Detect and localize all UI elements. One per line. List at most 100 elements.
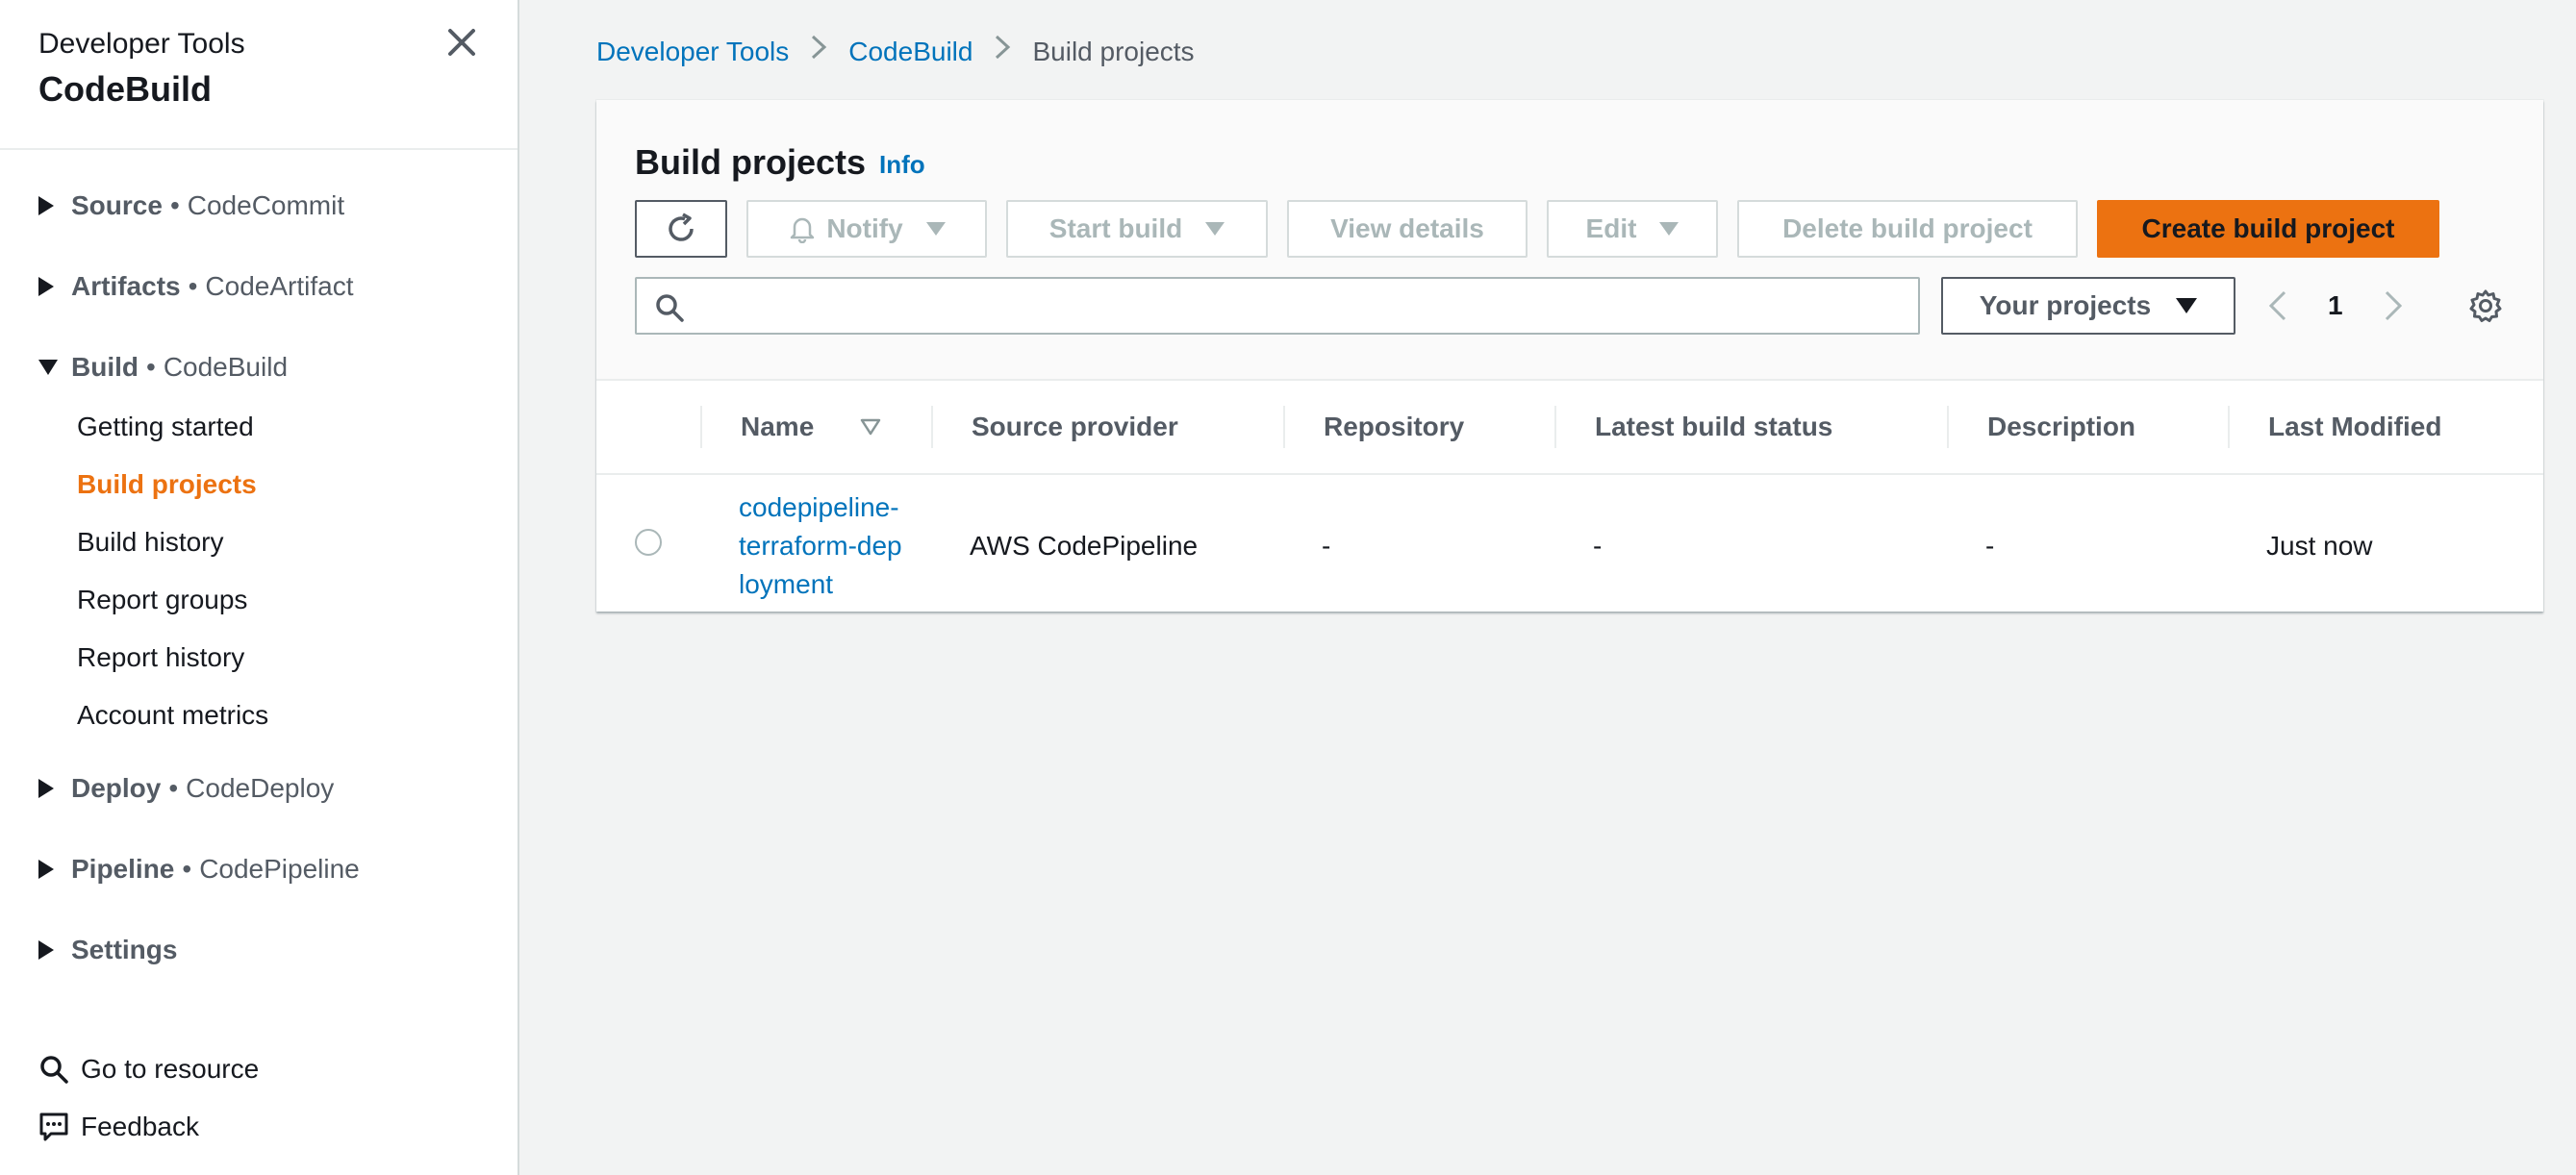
breadcrumb: Developer Tools CodeBuild Build projects <box>596 33 1195 71</box>
caret-right-icon <box>38 779 54 798</box>
sidebar-divider <box>0 148 518 150</box>
separator-dot: • <box>146 352 156 382</box>
section-label: Build <box>71 352 139 382</box>
project-name-link[interactable]: codepipeline-terraform-deployment <box>739 488 902 604</box>
search-icon <box>656 294 684 322</box>
gear-icon[interactable] <box>2466 287 2505 330</box>
search-icon <box>40 1056 68 1084</box>
column-divider <box>1947 406 1949 448</box>
sidebar-item-build-projects[interactable]: Build projects <box>77 465 257 504</box>
go-to-resource-link[interactable]: Go to resource <box>38 1050 259 1088</box>
cell-last-modified: Just now <box>2266 531 2373 561</box>
sidebar-item-report-history[interactable]: Report history <box>77 638 244 677</box>
column-divider <box>2228 406 2230 448</box>
build-projects-panel: Build projects Info Notify Start build V… <box>596 100 2543 612</box>
sort-descending-icon[interactable] <box>860 418 881 436</box>
chevron-right-icon <box>994 33 1011 71</box>
feedback-icon <box>39 1112 68 1141</box>
sidebar-section-artifacts[interactable]: Artifacts • CodeArtifact <box>38 267 353 306</box>
section-service: CodeBuild <box>163 352 289 382</box>
separator-dot: • <box>169 190 180 220</box>
chevron-right-icon <box>810 33 827 71</box>
column-header-latest-build-status: Latest build status <box>1595 412 1833 441</box>
delete-build-project-button[interactable]: Delete build project <box>1737 200 2078 258</box>
start-build-button[interactable]: Start build <box>1006 200 1268 258</box>
section-label: Pipeline <box>71 854 175 884</box>
panel-header: Build projects Info Notify Start build V… <box>596 100 2543 381</box>
caret-down-icon <box>2176 298 2198 313</box>
edit-label: Edit <box>1585 213 1637 243</box>
sidebar-section-build[interactable]: Build • CodeBuild <box>38 348 288 387</box>
column-header-last-modified: Last Modified <box>2268 412 2442 441</box>
page-number[interactable]: 1 <box>2328 287 2343 325</box>
column-header-repository: Repository <box>1324 412 1465 441</box>
cell-repository: - <box>1322 531 1331 561</box>
column-divider <box>1283 406 1285 448</box>
caret-right-icon <box>38 196 54 215</box>
column-header-source-provider: Source provider <box>972 412 1178 441</box>
caret-down-icon <box>38 360 58 375</box>
sidebar-section-source[interactable]: Source • CodeCommit <box>38 187 344 225</box>
sidebar-title[interactable]: CodeBuild <box>38 65 245 113</box>
section-label: Artifacts <box>71 271 181 301</box>
edit-button[interactable]: Edit <box>1547 200 1718 258</box>
feedback-label: Feedback <box>81 1112 199 1141</box>
caret-right-icon <box>38 277 54 296</box>
notify-button[interactable]: Notify <box>746 200 987 258</box>
caret-right-icon <box>38 940 54 960</box>
section-label: Source <box>71 190 163 220</box>
row-select-radio[interactable] <box>635 529 662 556</box>
caret-down-icon <box>925 222 946 236</box>
go-to-resource-label: Go to resource <box>81 1054 260 1084</box>
close-icon[interactable] <box>442 23 481 62</box>
sidebar-item-report-groups[interactable]: Report groups <box>77 581 247 619</box>
select-value: Your projects <box>1979 290 2152 320</box>
chevron-right-icon[interactable] <box>2382 288 2405 328</box>
page-title: Build projects <box>635 142 867 182</box>
section-service: CodePipeline <box>199 854 360 884</box>
sidebar-section-settings[interactable]: Settings <box>38 931 177 969</box>
section-label: Settings <box>71 935 178 964</box>
breadcrumb-current: Build projects <box>1032 37 1195 66</box>
breadcrumb-codebuild[interactable]: CodeBuild <box>848 33 972 71</box>
search-input[interactable] <box>695 287 1907 325</box>
column-divider <box>1554 406 1556 448</box>
sidebar-super-title[interactable]: Developer Tools <box>38 25 245 63</box>
section-service: CodeCommit <box>187 190 345 220</box>
refresh-button[interactable] <box>635 200 727 258</box>
table-header-divider <box>596 473 2543 475</box>
bell-icon <box>791 217 815 243</box>
column-divider <box>700 406 702 448</box>
notify-label: Notify <box>826 213 903 243</box>
cell-description: - <box>1985 531 1995 561</box>
your-projects-select[interactable]: Your projects <box>1941 277 2235 335</box>
create-build-project-button[interactable]: Create build project <box>2097 200 2439 258</box>
info-link[interactable]: Info <box>879 150 925 180</box>
view-details-button[interactable]: View details <box>1287 200 1528 258</box>
chevron-left-icon[interactable] <box>2266 288 2289 328</box>
separator-dot: • <box>168 773 179 803</box>
sidebar-section-pipeline[interactable]: Pipeline • CodePipeline <box>38 850 360 888</box>
column-header-label: Name <box>741 412 815 441</box>
cell-latest-build-status: - <box>1593 531 1603 561</box>
caret-right-icon <box>38 860 54 879</box>
search-field[interactable] <box>635 277 1920 335</box>
refresh-icon <box>669 212 694 241</box>
sidebar-item-account-metrics[interactable]: Account metrics <box>77 696 268 735</box>
start-build-label: Start build <box>1048 213 1183 243</box>
separator-dot: • <box>182 854 192 884</box>
column-header-name[interactable]: Name <box>741 381 881 473</box>
sidebar-item-getting-started[interactable]: Getting started <box>77 408 254 446</box>
separator-dot: • <box>188 271 198 301</box>
section-label: Deploy <box>71 773 162 803</box>
column-divider <box>931 406 933 448</box>
feedback-link[interactable]: Feedback <box>38 1108 199 1146</box>
breadcrumb-developer-tools[interactable]: Developer Tools <box>596 33 789 71</box>
caret-down-icon <box>1205 222 1225 236</box>
sidebar-section-deploy[interactable]: Deploy • CodeDeploy <box>38 769 334 808</box>
sidebar-item-build-history[interactable]: Build history <box>77 523 224 562</box>
sidebar-header: Developer Tools CodeBuild <box>38 25 245 113</box>
column-header-description: Description <box>1987 412 2136 441</box>
cell-source-provider: AWS CodePipeline <box>970 531 1199 561</box>
side-navigation: Developer Tools CodeBuild Source • CodeC… <box>0 0 519 1175</box>
